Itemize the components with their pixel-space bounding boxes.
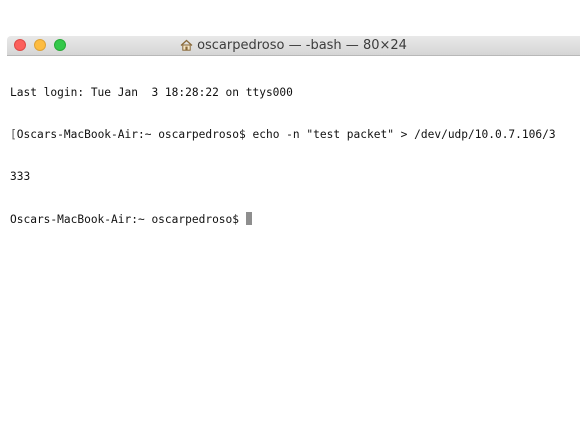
line-wrap-marker: [ [10, 128, 17, 141]
title-bar[interactable]: oscarpedroso — -bash — 80×24 [7, 36, 580, 56]
block-cursor [245, 212, 252, 225]
window-title: oscarpedroso — -bash — 80×24 [7, 38, 580, 56]
terminal-line-command: [Oscars-MacBook-Air:~ oscarpedroso$ echo… [10, 128, 580, 142]
terminal-line-output: 333 [10, 170, 31, 183]
terminal-window: oscarpedroso — -bash — 80×24 Last login:… [7, 36, 580, 435]
terminal-output[interactable]: Last login: Tue Jan 3 18:28:22 on ttys00… [10, 58, 580, 254]
home-icon [180, 39, 193, 56]
terminal-command-text: Oscars-MacBook-Air:~ oscarpedroso$ echo … [16, 128, 556, 141]
window-title-text: oscarpedroso — -bash — 80×24 [197, 38, 407, 53]
terminal-prompt-text: Oscars-MacBook-Air:~ oscarpedroso$ [10, 213, 246, 226]
terminal-line-login: Last login: Tue Jan 3 18:28:22 on ttys00… [10, 86, 293, 99]
terminal-line-prompt[interactable]: Oscars-MacBook-Air:~ oscarpedroso$ [10, 212, 580, 226]
